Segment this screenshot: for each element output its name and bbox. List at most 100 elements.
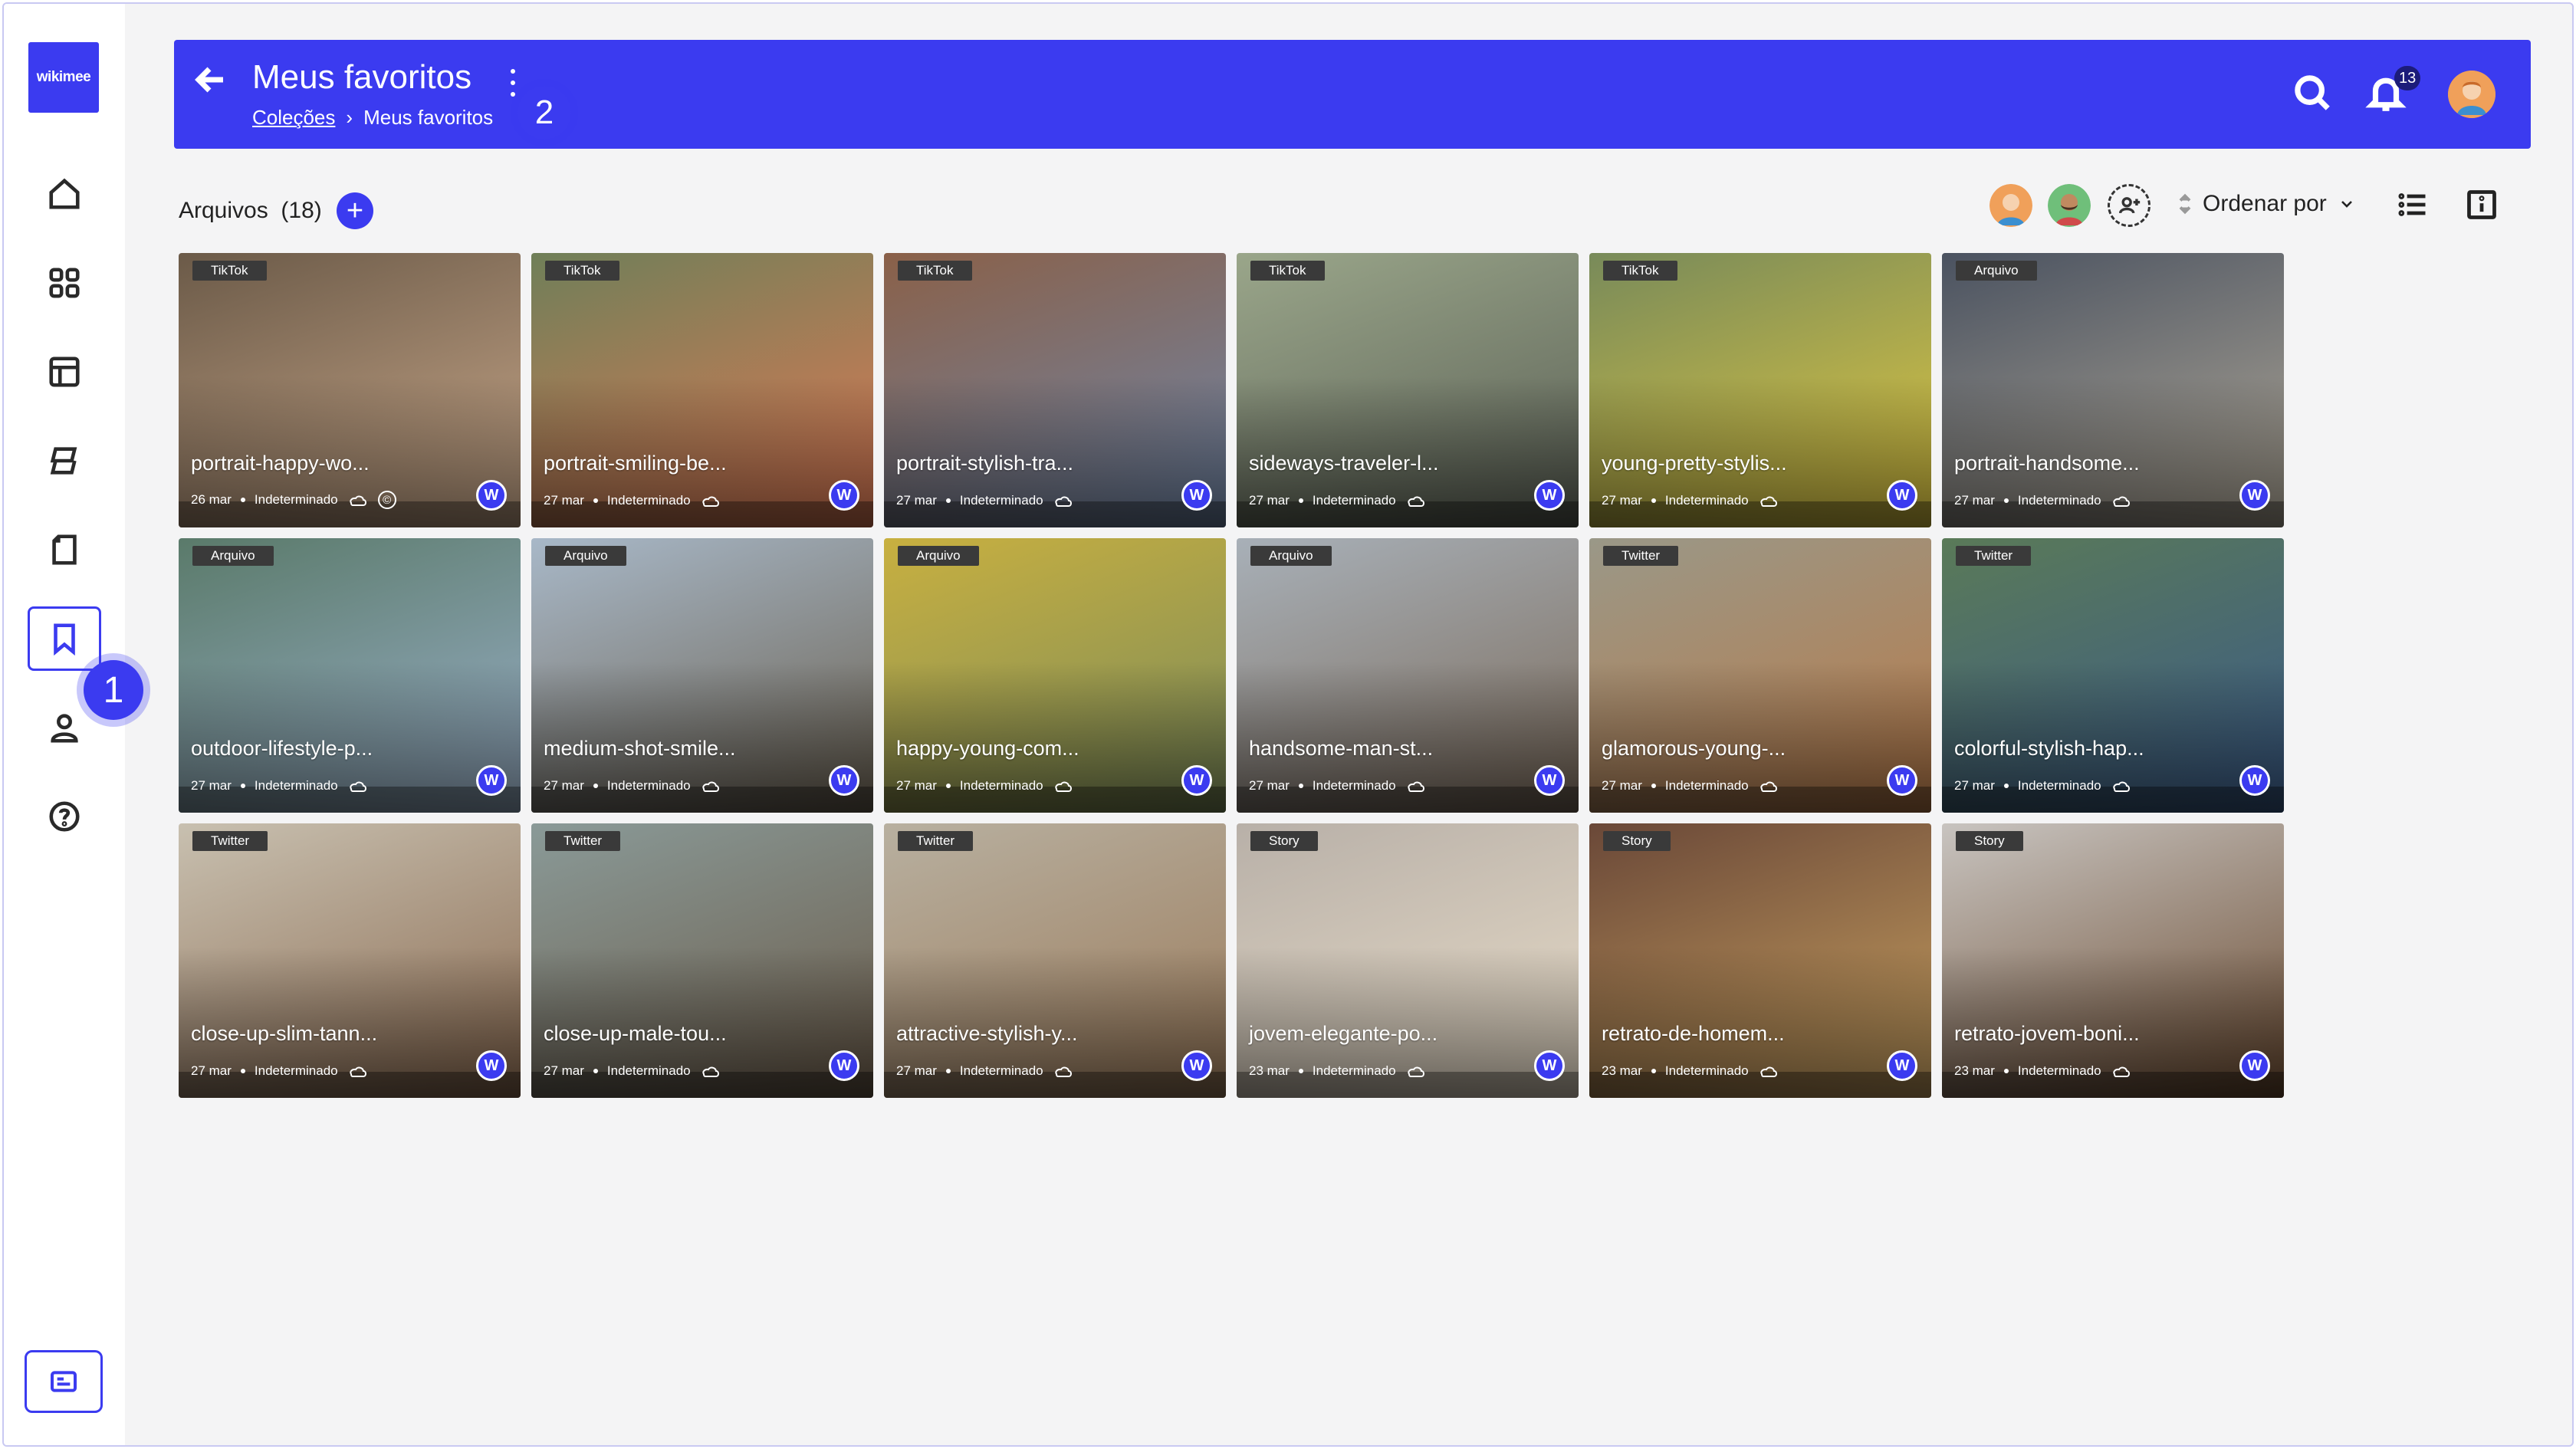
sidebar-item-boards[interactable] (28, 429, 101, 493)
cloud-icon (1760, 496, 1777, 507)
info-button[interactable] (2465, 188, 2499, 222)
owner-badge[interactable]: W (1887, 765, 1917, 796)
cloud-icon (350, 495, 366, 506)
file-status: Indeterminado (2017, 493, 2101, 508)
file-meta: 27 mar Indeterminado (191, 777, 369, 794)
separator-dot (240, 1069, 245, 1073)
file-status: Indeterminado (254, 778, 338, 793)
file-card[interactable]: Twitter attractive-stylish-y... 27 mar I… (884, 823, 1226, 1098)
grid-icon (49, 268, 80, 298)
owner-badge[interactable]: W (476, 480, 507, 511)
owner-badge[interactable]: W (1181, 480, 1212, 511)
source-tag: Arquivo (1956, 261, 2037, 281)
file-meta: 23 mar Indeterminado (1954, 1063, 2132, 1079)
separator-dot (593, 498, 598, 503)
source-tag: Story (1603, 831, 1671, 851)
file-card[interactable]: Twitter close-up-slim-tann... 27 mar Ind… (179, 823, 521, 1098)
member-avatar[interactable] (1990, 184, 2032, 227)
file-card[interactable]: Twitter glamorous-young-... 27 mar Indet… (1589, 538, 1931, 813)
file-card[interactable]: TikTok young-pretty-stylis... 27 mar Ind… (1589, 253, 1931, 527)
search-icon (2295, 75, 2330, 110)
separator-dot (2003, 1069, 2009, 1073)
owner-badge[interactable]: W (1181, 1050, 1212, 1081)
owner-badge[interactable]: W (2239, 480, 2270, 511)
owner-badge[interactable]: W (1534, 480, 1565, 511)
sidebar-item-apps[interactable] (28, 251, 101, 315)
notifications-button[interactable]: 13 (2365, 66, 2421, 118)
file-card[interactable]: Arquivo outdoor-lifestyle-p... 27 mar In… (179, 538, 521, 813)
owner-badge[interactable]: W (476, 1050, 507, 1081)
owner-badge[interactable]: W (829, 1050, 859, 1081)
file-status: Indeterminado (2017, 778, 2101, 793)
file-name: close-up-slim-tann... (191, 1022, 378, 1045)
owner-badge[interactable]: W (1534, 765, 1565, 796)
kebab-dot (511, 69, 515, 74)
owner-badge[interactable]: W (829, 765, 859, 796)
stack-icon (50, 447, 77, 475)
cloud-icon (702, 496, 719, 507)
page-header: Meus favoritos Coleções › Meus favoritos… (174, 40, 2531, 149)
file-meta: 27 mar Indeterminado (1249, 777, 1427, 794)
file-card[interactable]: Story retrato-jovem-boni... 23 mar Indet… (1942, 823, 2284, 1098)
breadcrumb-current: Meus favoritos (363, 106, 494, 129)
app-logo[interactable]: wikimee (28, 42, 99, 113)
file-name: young-pretty-stylis... (1602, 452, 1787, 475)
file-card[interactable]: Arquivo medium-shot-smile... 27 mar Inde… (531, 538, 873, 813)
file-card[interactable]: TikTok portrait-smiling-be... 27 mar Ind… (531, 253, 873, 527)
source-tag: Arquivo (898, 546, 979, 566)
file-date: 27 mar (544, 778, 584, 793)
owner-badge[interactable]: W (2239, 765, 2270, 796)
file-card[interactable]: Arquivo happy-young-com... 27 mar Indete… (884, 538, 1226, 813)
sort-dropdown[interactable]: Ordenar por (2178, 191, 2356, 217)
add-file-button[interactable]: + (337, 192, 373, 229)
file-card[interactable]: TikTok portrait-stylish-tra... 27 mar In… (884, 253, 1226, 527)
file-card[interactable]: TikTok portrait-happy-wo... 26 mar Indet… (179, 253, 521, 527)
more-options-button[interactable] (505, 66, 521, 100)
file-card[interactable]: Arquivo portrait-handsome... 27 mar Inde… (1942, 253, 2284, 527)
file-card[interactable]: Twitter close-up-male-tou... 27 mar Inde… (531, 823, 873, 1098)
file-meta: 23 mar Indeterminado (1602, 1063, 1779, 1079)
arrow-left-icon (195, 67, 223, 93)
owner-badge[interactable]: W (1534, 1050, 1565, 1081)
user-avatar[interactable] (2448, 71, 2496, 118)
owner-badge[interactable]: W (476, 765, 507, 796)
back-button[interactable] (192, 61, 229, 98)
sidebar-item-help[interactable] (28, 784, 101, 849)
breadcrumb-link-colecoes[interactable]: Coleções (252, 106, 335, 130)
sidebar-item-layout[interactable] (28, 340, 101, 404)
source-tag: Arquivo (192, 546, 274, 566)
file-name: colorful-stylish-hap... (1954, 737, 2144, 760)
cloud-icon (2113, 496, 2130, 507)
file-card[interactable]: Arquivo handsome-man-st... 27 mar Indete… (1237, 538, 1579, 813)
file-card[interactable]: Story jovem-elegante-po... 23 mar Indete… (1237, 823, 1579, 1098)
source-tag: Story (1250, 831, 1318, 851)
owner-badge[interactable]: W (1181, 765, 1212, 796)
source-tag: Twitter (1603, 546, 1679, 566)
member-avatar[interactable] (2048, 184, 2091, 227)
file-card[interactable]: Story retrato-de-homem... 23 mar Indeter… (1589, 823, 1931, 1098)
list-view-button[interactable] (2396, 188, 2430, 222)
file-status: Indeterminado (959, 778, 1043, 793)
separator-dot (1298, 784, 1303, 788)
file-name: close-up-male-tou... (544, 1022, 727, 1045)
add-member-button[interactable] (2108, 184, 2150, 227)
search-button[interactable] (2292, 72, 2338, 118)
card-view-button[interactable] (25, 1350, 103, 1413)
page-icon (52, 534, 77, 565)
sidebar-item-favorites[interactable] (28, 606, 101, 671)
sidebar-item-home[interactable] (28, 162, 101, 226)
step-badge-2: 2 (518, 86, 571, 140)
cloud-icon (2113, 1066, 2130, 1077)
owner-badge[interactable]: W (2239, 1050, 2270, 1081)
owner-badge[interactable]: W (829, 480, 859, 511)
sidebar-item-pages[interactable] (28, 518, 101, 582)
owner-badge[interactable]: W (1887, 480, 1917, 511)
file-card[interactable]: TikTok sideways-traveler-l... 27 mar Ind… (1237, 253, 1579, 527)
file-date: 27 mar (1954, 778, 1995, 793)
file-card[interactable]: Twitter colorful-stylish-hap... 27 mar I… (1942, 538, 2284, 813)
owner-badge[interactable]: W (1887, 1050, 1917, 1081)
file-status: Indeterminado (254, 492, 338, 507)
cloud-icon (1408, 1066, 1424, 1077)
file-date: 27 mar (1249, 493, 1290, 508)
bookmark-icon (54, 623, 75, 656)
